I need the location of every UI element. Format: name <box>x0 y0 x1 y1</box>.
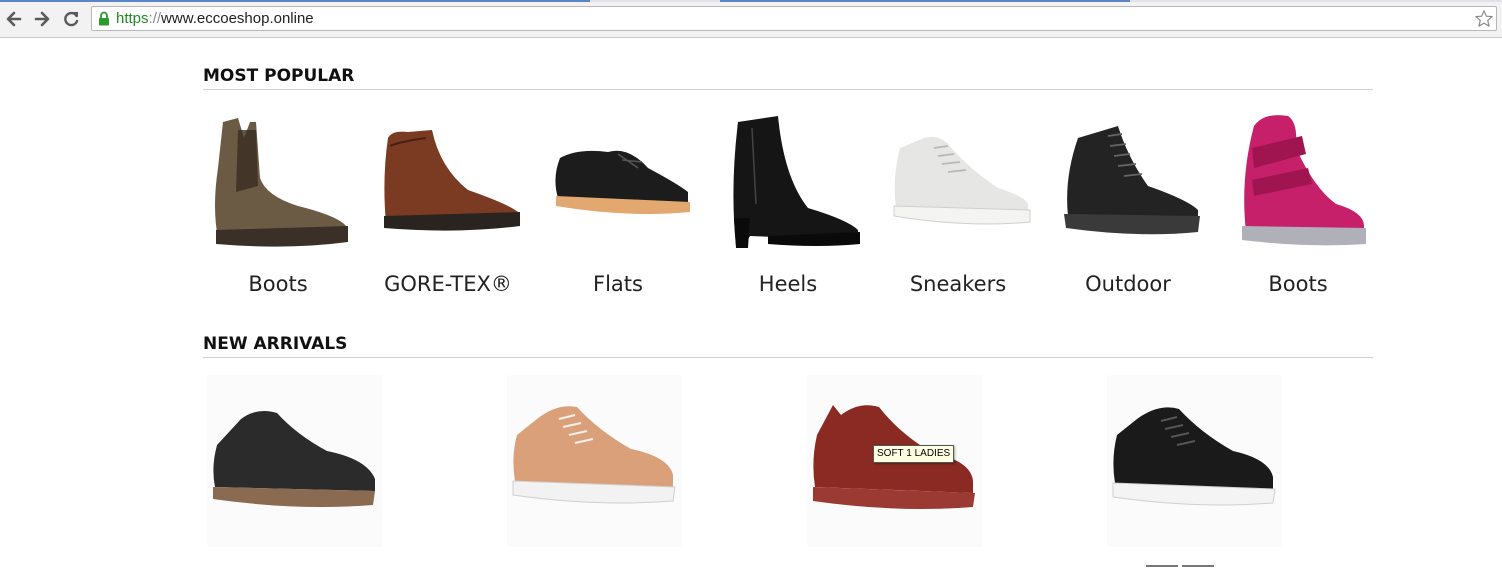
most-popular-heading: MOST POPULAR <box>203 66 1373 90</box>
product-image <box>512 406 676 504</box>
back-icon <box>6 11 22 27</box>
back-button[interactable] <box>4 8 24 30</box>
product-image <box>1112 407 1276 506</box>
address-bar[interactable]: https://www.eccoeshop.online <box>91 6 1497 31</box>
forward-button[interactable] <box>32 8 52 30</box>
category-label: Heels <box>758 272 818 296</box>
category-label: Outdoor <box>1085 272 1171 296</box>
category-item[interactable]: Flats <box>533 108 703 303</box>
category-item[interactable]: Outdoor <box>1043 108 1213 303</box>
forward-icon <box>34 11 50 27</box>
pager-dot[interactable] <box>1146 565 1178 567</box>
browser-toolbar: https://www.eccoeshop.online <box>0 2 1502 38</box>
product-image <box>213 411 375 507</box>
url-text: https://www.eccoeshop.online <box>116 10 314 27</box>
category-label: Boots <box>248 272 308 296</box>
category-item[interactable]: Sneakers <box>873 108 1043 303</box>
lock-icon <box>99 11 109 26</box>
pager-dot[interactable] <box>1182 565 1214 567</box>
bookmark-star-icon[interactable] <box>1474 9 1494 29</box>
reload-button[interactable] <box>61 8 81 30</box>
product-card[interactable] <box>207 375 382 547</box>
gore-tex-boot-image <box>384 130 520 231</box>
product-card[interactable] <box>507 375 682 547</box>
category-label: Sneakers <box>909 272 1007 296</box>
flat-shoe-image <box>555 150 690 214</box>
product-card[interactable] <box>1107 375 1282 547</box>
category-item[interactable]: Heels <box>703 108 873 303</box>
category-label: GORE-TEX® <box>384 272 512 296</box>
category-item[interactable]: GORE-TEX® <box>363 108 533 303</box>
sneaker-image <box>893 136 1031 225</box>
reload-icon <box>64 11 79 27</box>
category-item[interactable]: Boots <box>193 108 363 303</box>
chelsea-boot-image <box>215 118 348 247</box>
category-label: Boots <box>1268 272 1328 296</box>
category-item[interactable]: Boots <box>1213 108 1383 303</box>
heel-boot-image <box>733 116 860 248</box>
new-arrivals-heading: NEW ARRIVALS <box>203 334 1373 358</box>
product-tooltip: SOFT 1 LADIES <box>873 445 955 463</box>
category-label: Flats <box>593 272 643 296</box>
kids-boot-image <box>1242 115 1366 246</box>
outdoor-boot-image <box>1064 126 1200 235</box>
